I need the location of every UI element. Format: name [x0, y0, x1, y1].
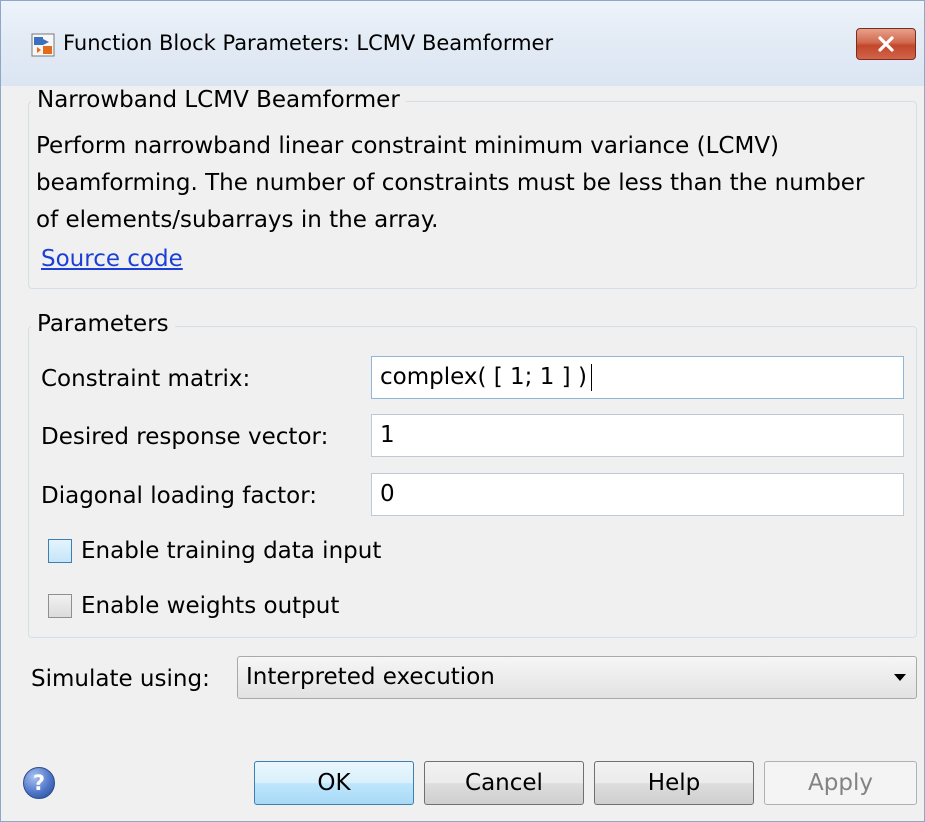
- simulink-block-icon: [31, 33, 55, 57]
- close-icon: [878, 36, 894, 52]
- help-button[interactable]: Help: [594, 761, 754, 805]
- description-group-title: Narrowband LCMV Beamformer: [31, 87, 406, 113]
- diagonal-loading-field[interactable]: 0: [371, 473, 904, 516]
- enable-training-label[interactable]: Enable training data input: [81, 538, 381, 564]
- enable-weights-checkbox[interactable]: [48, 594, 72, 618]
- block-description: Perform narrowband linear constraint min…: [36, 133, 865, 233]
- window-title: Function Block Parameters: LCMV Beamform…: [63, 31, 554, 55]
- desired-response-value: 1: [380, 422, 395, 448]
- source-code-link[interactable]: Source code: [41, 246, 183, 272]
- help-icon[interactable]: ?: [23, 767, 55, 799]
- parameters-group-title: Parameters: [31, 311, 175, 337]
- simulate-using-label: Simulate using:: [31, 666, 210, 692]
- cancel-button[interactable]: Cancel: [424, 761, 584, 805]
- ok-button[interactable]: OK: [254, 761, 414, 805]
- diagonal-loading-label: Diagonal loading factor:: [41, 483, 317, 509]
- constraint-matrix-value: complex( [ 1; 1 ] ): [380, 364, 587, 390]
- constraint-matrix-field[interactable]: complex( [ 1; 1 ] ): [371, 356, 904, 399]
- enable-training-checkbox[interactable]: [48, 539, 72, 563]
- apply-button[interactable]: Apply: [764, 761, 917, 805]
- constraint-matrix-label: Constraint matrix:: [41, 366, 251, 392]
- diagonal-loading-value: 0: [380, 481, 395, 507]
- simulate-using-value: Interpreted execution: [246, 664, 495, 690]
- close-button[interactable]: [856, 28, 916, 60]
- desired-response-label: Desired response vector:: [41, 424, 329, 450]
- dialog-window: Function Block Parameters: LCMV Beamform…: [0, 0, 925, 822]
- enable-weights-label[interactable]: Enable weights output: [81, 593, 339, 619]
- chevron-down-icon: [894, 674, 906, 681]
- desired-response-field[interactable]: 1: [371, 414, 904, 457]
- text-caret: [590, 364, 592, 391]
- title-bar[interactable]: Function Block Parameters: LCMV Beamform…: [1, 1, 924, 86]
- simulate-using-dropdown[interactable]: Interpreted execution: [237, 656, 917, 699]
